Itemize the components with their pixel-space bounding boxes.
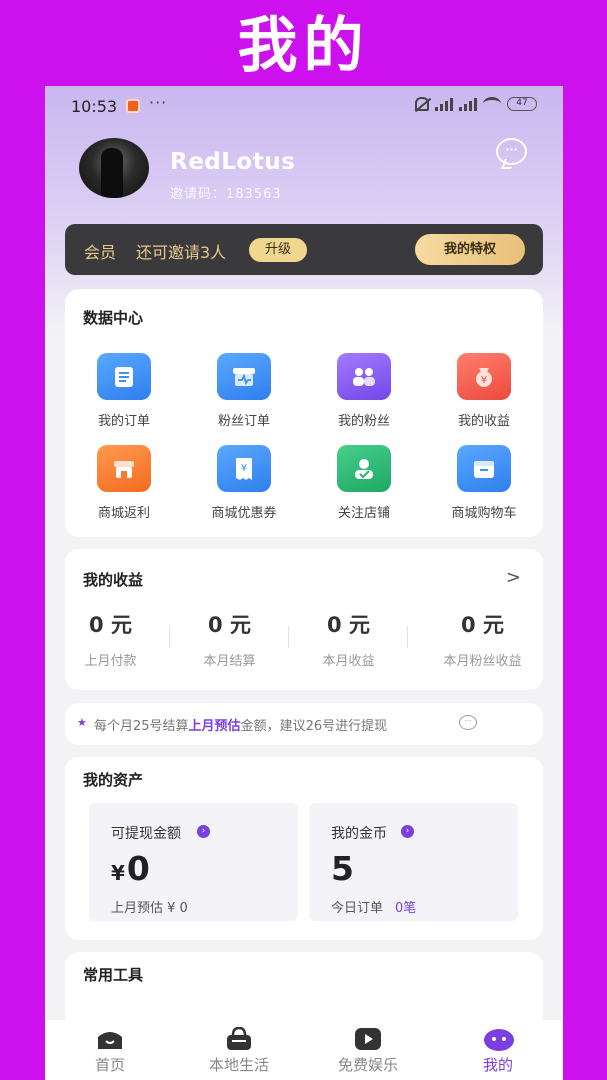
bottom-tab-bar: 首页 本地生活 免费娱乐 我的 <box>45 1020 563 1080</box>
coins-box[interactable]: 我的金币 › 5 今日订单 0笔 <box>309 803 518 921</box>
tab-label: 免费娱乐 <box>337 1056 398 1074</box>
star-icon: ★ <box>77 716 87 729</box>
grid-label: 商城购物车 <box>451 506 517 521</box>
data-center-title: 数据中心 <box>83 309 144 327</box>
earnings-last-month-payment: 0 元 上月付款 <box>51 609 170 669</box>
tab-local-life[interactable]: 本地生活 <box>174 1020 304 1080</box>
username: RedLotus <box>170 149 296 175</box>
profile-face-icon <box>483 1027 514 1051</box>
shopping-bag-icon <box>224 1026 254 1051</box>
grid-label: 我的订单 <box>97 414 150 429</box>
last-month-estimate: 上月预估 ¥ 0 <box>111 901 188 916</box>
notice-text: 每个月25号结算上月预估金额，建议26号进行提现 <box>94 719 388 734</box>
avatar[interactable] <box>79 138 149 198</box>
svg-text:¥: ¥ <box>481 375 487 386</box>
grid-label: 商城优惠券 <box>211 506 277 521</box>
settlement-notice: ★ 每个月25号结算上月预估金额，建议26号进行提现 ··· <box>65 703 543 745</box>
tools-title: 常用工具 <box>83 966 144 984</box>
earnings-fan-income: 0 元 本月粉丝收益 <box>423 609 542 669</box>
grid-item-fan-orders[interactable]: 粉丝订单 <box>189 353 299 429</box>
assets-title: 我的资产 <box>83 771 144 789</box>
info-arrow-icon[interactable]: › <box>401 825 414 838</box>
grid-item-shop-cart[interactable]: 商城购物车 <box>429 445 539 521</box>
page-banner-title: 我的 <box>237 11 370 81</box>
more-notifications-icon: ··· <box>149 93 168 112</box>
upgrade-button[interactable]: 升级 <box>249 238 307 262</box>
assets-card: 我的资产 可提现金额 › ¥0 上月预估 ¥ 0 我的金币 › 5 今日订单 0笔 <box>65 757 543 940</box>
earnings-label: 本月收益 <box>322 654 375 669</box>
grid-label: 粉丝订单 <box>217 414 270 429</box>
chevron-right-icon[interactable]: > <box>506 567 521 588</box>
status-time: 10:53 <box>71 97 118 116</box>
home-face-icon <box>95 1027 125 1051</box>
earnings-label: 上月付款 <box>84 654 137 669</box>
earnings-value: 0 元 <box>89 613 132 637</box>
notice-highlight: 上月预估 <box>188 719 241 734</box>
follow-shop-icon <box>337 445 391 492</box>
earnings-month-income: 0 元 本月收益 <box>289 609 408 669</box>
grid-item-shop-coupon[interactable]: ¥ 商城优惠券 <box>189 445 299 521</box>
signal-icon <box>435 97 453 111</box>
info-arrow-icon[interactable]: › <box>197 825 210 838</box>
grid-item-shop-rebate[interactable]: 商城返利 <box>69 445 179 521</box>
order-list-icon <box>97 353 151 400</box>
tab-free-entertainment[interactable]: 免费娱乐 <box>303 1020 433 1080</box>
chat-icon[interactable]: ··· <box>459 715 477 730</box>
message-icon[interactable]: ··· <box>496 138 527 165</box>
status-indicators: 47 <box>415 97 537 111</box>
svg-text:¥: ¥ <box>241 463 247 474</box>
play-icon <box>353 1027 383 1051</box>
grid-item-my-earnings[interactable]: ¥ 我的收益 <box>429 353 539 429</box>
today-orders: 今日订单 0笔 <box>331 901 417 916</box>
mute-bell-icon <box>415 97 429 111</box>
signal-icon-2 <box>459 97 477 111</box>
earnings-value: 0 元 <box>461 613 504 637</box>
grid-item-my-fans[interactable]: 我的粉丝 <box>309 353 419 429</box>
phone-screen: 10:53 ··· 47 RedLotus 邀请码：183563 ··· 会员 … <box>45 86 563 1080</box>
earnings-value: 0 元 <box>327 613 370 637</box>
earnings-label: 本月结算 <box>203 654 256 669</box>
withdrawable-value: ¥0 <box>111 849 150 888</box>
data-center-card: 数据中心 我的订单 粉丝订单 我的粉丝 ¥ 我的收益 商城返利 ¥ 商城优惠券 … <box>65 289 543 537</box>
coins-title: 我的金币 <box>331 826 387 842</box>
wifi-icon <box>483 97 501 111</box>
coins-value: 5 <box>331 849 354 888</box>
earnings-month-settled: 0 元 本月结算 <box>170 609 289 669</box>
grid-label: 商城返利 <box>97 506 150 521</box>
divider <box>407 626 408 648</box>
withdrawable-box[interactable]: 可提现金额 › ¥0 上月预估 ¥ 0 <box>89 803 298 921</box>
fan-store-icon <box>217 353 271 400</box>
tab-mine[interactable]: 我的 <box>433 1020 563 1080</box>
tab-label: 我的 <box>482 1056 513 1074</box>
my-privilege-button[interactable]: 我的特权 <box>415 234 525 265</box>
cart-icon <box>457 445 511 492</box>
fans-icon <box>337 353 391 400</box>
invite-code[interactable]: 邀请码：183563 <box>170 183 282 202</box>
grid-item-follow-shop[interactable]: 关注店铺 <box>309 445 419 521</box>
withdrawable-title: 可提现金额 <box>111 826 181 842</box>
shop-rebate-icon <box>97 445 151 492</box>
tab-label: 本地生活 <box>208 1056 269 1074</box>
earnings-label: 本月粉丝收益 <box>443 654 522 669</box>
battery-icon: 47 <box>507 97 537 111</box>
earnings-card[interactable]: 我的收益 > 0 元 上月付款 0 元 本月结算 0 元 本月收益 0 元 本月… <box>65 549 543 690</box>
status-bar: 10:53 ··· 47 <box>45 86 563 126</box>
grid-label: 我的粉丝 <box>337 414 390 429</box>
member-label: 会员 <box>84 243 117 262</box>
grid-item-my-orders[interactable]: 我的订单 <box>69 353 179 429</box>
earnings-title: 我的收益 <box>83 571 144 589</box>
member-invite-text: 还可邀请3人 <box>136 243 227 262</box>
notification-app-icon <box>126 99 140 113</box>
tab-home[interactable]: 首页 <box>45 1020 175 1080</box>
tab-label: 首页 <box>94 1056 125 1074</box>
coupon-icon: ¥ <box>217 445 271 492</box>
grid-label: 关注店铺 <box>337 506 390 521</box>
member-bar[interactable]: 会员 还可邀请3人 升级 我的特权 <box>65 224 543 275</box>
earnings-value: 0 元 <box>208 613 251 637</box>
grid-label: 我的收益 <box>457 414 510 429</box>
money-bag-icon: ¥ <box>457 353 511 400</box>
